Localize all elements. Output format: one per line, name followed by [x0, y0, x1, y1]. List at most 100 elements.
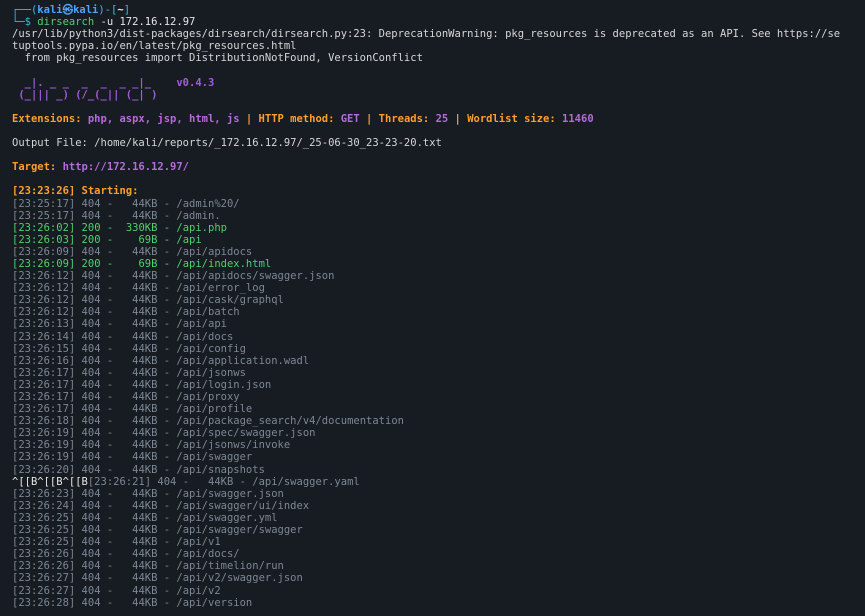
result-time: [23:26:27] [12, 572, 76, 585]
result-path: /api/v2 [176, 584, 221, 597]
result-path: /api/swagger/swagger [176, 524, 303, 537]
result-size: 44KB [125, 209, 158, 222]
result-time: [23:26:12] [12, 306, 76, 319]
result-size: 44KB [125, 403, 158, 416]
result-row: [23:26:19] 404 - 44KB - /api/swagger [12, 451, 253, 464]
result-row: [23:25:17] 404 - 44KB - /admin%20/ [12, 197, 240, 210]
target-url: http://172.16.12.97/ [62, 161, 190, 174]
result-time: [23:26:27] [12, 584, 76, 597]
prompt-line-2: └─$ dirsearch -u 172.16.12.97 [12, 16, 865, 28]
banner-art-1: _|. _ _ _ _ _ _|_ v0.4.3 [12, 76, 215, 89]
result-path: /api/timelion/run [176, 560, 284, 573]
result-status: 404 [81, 427, 101, 440]
result-size: 44KB [125, 560, 158, 573]
result-path: /api/docs/ [176, 548, 240, 561]
prompt-dir-close: ] [123, 4, 131, 16]
result-status: 404 [81, 524, 101, 537]
result-status: 404 [81, 463, 101, 476]
result-status: 404 [81, 378, 101, 391]
result-size: 44KB [125, 439, 158, 452]
warning-line-1: /usr/lib/python3/dist-packages/dirsearch… [12, 28, 841, 41]
result-row: [23:26:23] 404 - 44KB - /api/swagger.jso… [12, 487, 284, 500]
result-time: [23:26:25] [12, 536, 76, 549]
result-row: [23:26:13] 404 - 44KB - /api/api [12, 318, 227, 331]
result-time: [23:26:17] [12, 403, 76, 416]
result-status: 404 [81, 536, 101, 549]
http-method-value: GET [340, 112, 360, 125]
escape-sequence: ^[[B^[[B^[[B [12, 475, 88, 488]
result-status: 404 [81, 560, 101, 573]
result-status: 404 [81, 342, 101, 355]
wordlist-label: Wordlist size: [467, 112, 563, 125]
result-size: 69B [125, 257, 158, 270]
result-path: /api/application.wadl [176, 354, 310, 367]
result-time: [23:26:21] [87, 475, 152, 488]
result-status: 404 [81, 451, 101, 464]
result-row: ^[[B^[[B^[[B[23:26:21] 404 - 44KB - /api… [12, 475, 360, 488]
result-time: [23:26:23] [12, 487, 76, 500]
result-status: 404 [81, 245, 101, 258]
target-label: Target: [12, 161, 63, 174]
result-status: 404 [81, 415, 101, 428]
result-time: [23:26:17] [12, 366, 76, 379]
result-time: [23:26:09] [12, 257, 76, 270]
result-row: [23:26:28] 404 - 44KB - /api/version [12, 596, 253, 609]
result-status: 404 [81, 499, 101, 512]
result-time: [23:26:02] [12, 221, 76, 234]
result-path: /api/version [176, 596, 253, 609]
threads-value: 25 [435, 112, 449, 125]
result-path: /api/error_log [176, 282, 265, 295]
result-status: 404 [81, 330, 101, 343]
result-row: [23:26:12] 404 - 44KB - /api/apidocs/swa… [12, 270, 335, 283]
result-size: 44KB [125, 270, 158, 283]
result-time: [23:25:17] [12, 197, 76, 210]
results-list: [23:25:17] 404 - 44KB - /admin%20/[23:25… [12, 198, 865, 609]
config-separator: | [359, 112, 379, 125]
result-time: [23:26:18] [12, 415, 76, 428]
terminal-window[interactable]: ┌──(kali㉿kali)-[~] └─$ dirsearch -u 172.… [0, 0, 865, 616]
result-path: /api/swagger.yaml [252, 475, 360, 488]
result-path: /api/swagger/ui/index [176, 499, 310, 512]
result-status: 404 [81, 294, 101, 307]
result-row: [23:26:16] 404 - 44KB - /api/application… [12, 354, 310, 367]
result-time: [23:26:16] [12, 354, 76, 367]
result-size: 44KB [125, 391, 158, 403]
result-size: 44KB [125, 282, 158, 295]
result-status: 200 [81, 233, 101, 246]
result-size: 44KB [125, 366, 158, 379]
result-row: [23:26:09] 200 - 69B - /api/index.html [12, 257, 272, 270]
result-path: /api/proxy [176, 391, 240, 403]
result-time: [23:26:26] [12, 560, 76, 573]
result-status: 404 [81, 548, 101, 561]
result-row: [23:26:18] 404 - 44KB - /api/package_sea… [12, 415, 404, 428]
result-status: 404 [81, 318, 101, 331]
result-row: [23:25:17] 404 - 44KB - /admin. [12, 209, 221, 222]
result-size: 44KB [125, 536, 158, 549]
result-size: 44KB [125, 584, 158, 597]
result-row: [23:26:17] 404 - 44KB - /api/profile [12, 403, 253, 416]
result-time: [23:26:28] [12, 596, 76, 609]
result-status: 404 [81, 439, 101, 452]
warning-line-3: from pkg_resources import DistributionNo… [12, 52, 423, 65]
result-row: [23:26:17] 404 - 44KB - /api/proxy [12, 391, 240, 403]
result-path: /api/v1 [176, 536, 221, 549]
result-status: 404 [81, 366, 101, 379]
result-time: [23:26:17] [12, 378, 76, 391]
result-size: 44KB [125, 524, 158, 537]
result-row: [23:26:25] 404 - 44KB - /api/swagger.yml [12, 511, 278, 524]
result-row: [23:26:24] 404 - 44KB - /api/swagger/ui/… [12, 499, 310, 512]
result-status: 404 [81, 209, 101, 222]
result-time: [23:26:24] [12, 499, 76, 512]
result-status: 404 [81, 572, 101, 585]
result-row: [23:26:25] 404 - 44KB - /api/v1 [12, 536, 221, 549]
result-size: 44KB [125, 378, 158, 391]
result-path: /api/login.json [176, 378, 272, 391]
result-status: 404 [81, 511, 101, 524]
prompt-at: ㉿ [62, 4, 74, 16]
result-size: 44KB [125, 511, 158, 524]
result-size: 44KB [125, 499, 158, 512]
result-path: /api/config [176, 342, 246, 355]
result-time: [23:26:20] [12, 463, 76, 476]
result-path: /api/swagger [176, 451, 253, 464]
result-size: 44KB [125, 318, 158, 331]
